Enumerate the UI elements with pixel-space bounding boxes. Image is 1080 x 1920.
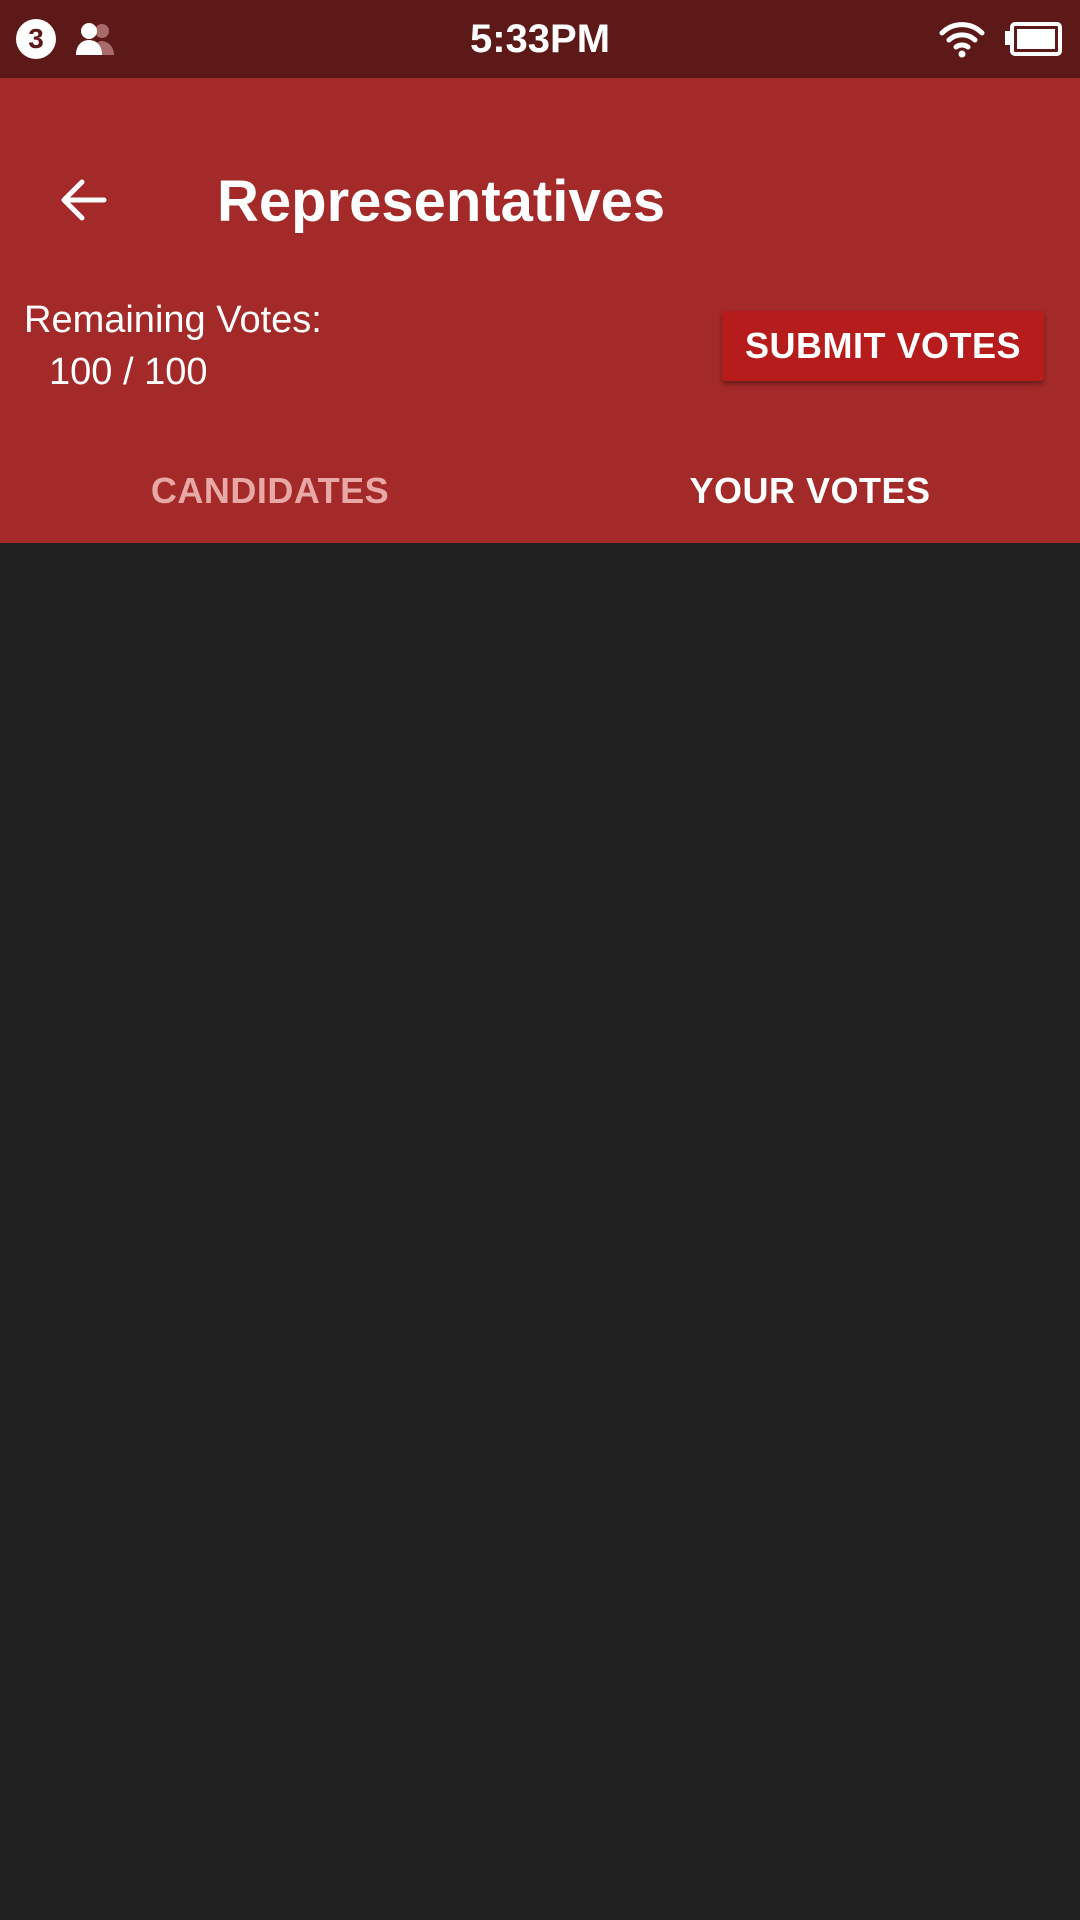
page-title: Representatives xyxy=(217,169,666,234)
votes-content-area xyxy=(0,543,1080,1920)
arrow-left-icon xyxy=(61,179,107,221)
status-time: 5:33PM xyxy=(469,17,611,61)
submit-votes-button[interactable]: SUBMIT VOTES xyxy=(722,311,1044,381)
status-bar: 3 5:33PM xyxy=(0,0,1080,78)
remaining-votes-label: Remaining Votes: xyxy=(24,299,322,341)
tab-your-votes[interactable]: YOUR VOTES xyxy=(540,439,1080,543)
wifi-icon xyxy=(939,22,985,58)
app-header: Representatives Remaining Votes: 100 / 1… xyxy=(0,78,1080,543)
tab-candidates[interactable]: CANDIDATES xyxy=(0,439,540,543)
back-button[interactable] xyxy=(44,160,124,240)
status-right-icons xyxy=(938,18,1062,60)
battery-icon xyxy=(1005,22,1062,56)
tab-bar: CANDIDATES YOUR VOTES xyxy=(0,439,1080,543)
remaining-votes-value: 100 / 100 xyxy=(49,351,208,393)
